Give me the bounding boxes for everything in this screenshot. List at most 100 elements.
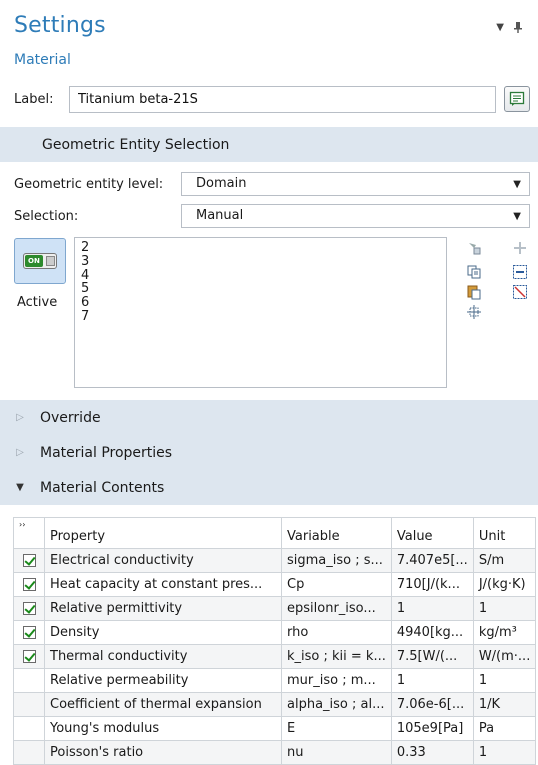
cell-value[interactable]: 4940[kg... — [390, 620, 474, 645]
toggle-switch-icon: ON — [23, 253, 57, 269]
cell-property[interactable]: Heat capacity at constant pres... — [44, 572, 282, 597]
section-title: Geometric Entity Selection — [42, 136, 230, 153]
material-contents-section-header[interactable]: ▼ Material Contents — [0, 470, 538, 505]
cell-value[interactable]: 0.33 — [390, 740, 474, 765]
table-row[interactable]: Coefficient of thermal expansion alpha_is… — [13, 692, 537, 717]
cell-variable[interactable]: E — [281, 716, 392, 741]
list-item[interactable]: 6 — [81, 296, 440, 310]
section-title: Material Contents — [40, 479, 165, 496]
list-item[interactable]: 5 — [81, 282, 440, 296]
chevron-down-icon[interactable]: ▼ — [496, 22, 504, 36]
table-row[interactable]: Young's modulus E 105e9[Pa] Pa — [13, 716, 537, 741]
label-input[interactable] — [69, 86, 496, 113]
selection-value: Manual — [196, 208, 244, 223]
dropdown-arrow-icon: ▼ — [513, 179, 521, 190]
paste-icon[interactable] — [466, 284, 482, 300]
geometric-entity-selection-header[interactable]: Geometric Entity Selection — [0, 127, 538, 162]
selection-caption: Selection: — [14, 209, 79, 224]
add-icon[interactable] — [512, 240, 528, 256]
clear-selection-icon[interactable] — [512, 284, 528, 300]
table-row[interactable]: Relative permeability mur_iso ; m... 1 1 — [13, 668, 537, 693]
entity-level-caption: Geometric entity level: — [14, 177, 164, 192]
zoom-to-selection-icon[interactable] — [466, 304, 482, 320]
cell-unit[interactable]: 1 — [472, 740, 537, 765]
override-section-header[interactable]: ▷ Override — [0, 400, 538, 435]
cell-property[interactable]: Density — [44, 620, 282, 645]
cell-property[interactable]: Relative permittivity — [44, 596, 282, 621]
row-checkbox-cell — [13, 644, 45, 669]
cell-variable[interactable]: mur_iso ; m... — [281, 668, 392, 693]
label-edit-button[interactable] — [504, 86, 530, 112]
cell-value[interactable]: 1 — [390, 596, 474, 621]
select-paint-icon[interactable] — [466, 240, 482, 256]
cell-unit[interactable]: kg/m³ — [472, 620, 537, 645]
table-row[interactable]: Relative permittivity epsilonr_iso... 1 1 — [13, 596, 537, 621]
list-item[interactable]: 7 — [81, 310, 440, 324]
note-icon — [509, 91, 525, 106]
chevron-right-icon: ▷ — [16, 447, 24, 458]
cell-unit[interactable]: Pa — [472, 716, 537, 741]
list-item[interactable]: 4 — [81, 268, 440, 283]
checkbox[interactable] — [22, 578, 36, 591]
cell-value[interactable]: 7.407e5[... — [390, 548, 474, 573]
row-checkbox-cell — [13, 620, 45, 645]
selection-select[interactable]: Manual ▼ — [181, 204, 530, 228]
chevron-down-icon: ▼ — [16, 482, 24, 493]
checkbox[interactable] — [22, 602, 36, 615]
cell-property[interactable]: Relative permeability — [44, 668, 282, 693]
copy-icon[interactable] — [466, 264, 482, 280]
cell-unit[interactable]: W/(m·... — [472, 644, 537, 669]
table-row[interactable]: Electrical conductivity sigma_iso ; s... 7… — [13, 548, 537, 573]
cell-variable[interactable]: k_iso ; kii = k... — [281, 644, 392, 669]
pin-icon[interactable] — [514, 22, 522, 36]
column-header-variable[interactable]: Variable — [281, 517, 392, 549]
cell-value[interactable]: 1 — [390, 668, 474, 693]
dropdown-arrow-icon: ▼ — [513, 211, 521, 222]
table-row[interactable]: Thermal conductivity k_iso ; kii = k... 7.… — [13, 644, 537, 669]
section-title: Material Properties — [40, 444, 173, 461]
cell-variable[interactable]: sigma_iso ; s... — [281, 548, 392, 573]
material-properties-section-header[interactable]: ▷ Material Properties — [0, 435, 538, 470]
remove-icon[interactable] — [512, 264, 528, 280]
cell-unit[interactable]: 1 — [472, 596, 537, 621]
settings-header: Settings Material ▼ Label: — [0, 0, 538, 127]
cell-unit[interactable]: 1/K — [472, 692, 537, 717]
table-row[interactable]: Heat capacity at constant pres... Cp 710[J… — [13, 572, 537, 597]
entity-level-select[interactable]: Domain ▼ — [181, 172, 530, 196]
cell-variable[interactable]: rho — [281, 620, 392, 645]
table-row[interactable]: Poisson's ratio nu 0.33 1 — [13, 740, 537, 765]
cell-property[interactable]: Young's modulus — [44, 716, 282, 741]
checkbox[interactable] — [22, 554, 36, 567]
page-subtitle: Material — [14, 52, 71, 68]
cell-variable[interactable]: nu — [281, 740, 392, 765]
row-checkbox-cell — [13, 572, 45, 597]
expand-columns-icon[interactable]: ›› — [13, 517, 45, 549]
row-checkbox-cell — [13, 716, 45, 741]
list-item[interactable]: 2 — [81, 241, 440, 255]
cell-property[interactable]: Coefficient of thermal expansion — [44, 692, 282, 717]
list-item[interactable]: 3 — [81, 254, 440, 269]
cell-property[interactable]: Electrical conductivity — [44, 548, 282, 573]
column-header-property[interactable]: Property — [44, 517, 282, 549]
active-toggle-button[interactable]: ON — [14, 238, 66, 284]
column-header-unit[interactable]: Unit — [472, 517, 537, 549]
cell-value[interactable]: 7.5[W/(... — [390, 644, 474, 669]
active-label: Active — [17, 295, 58, 310]
column-header-value[interactable]: Value — [390, 517, 474, 549]
cell-variable[interactable]: Cp — [281, 572, 392, 597]
cell-unit[interactable]: J/(kg·K) — [472, 572, 537, 597]
selection-list[interactable]: 2 3 4 5 6 7 — [74, 237, 447, 388]
cell-unit[interactable]: S/m — [472, 548, 537, 573]
table-row[interactable]: Density rho 4940[kg... kg/m³ — [13, 620, 537, 645]
cell-unit[interactable]: 1 — [472, 668, 537, 693]
checkbox[interactable] — [22, 650, 36, 663]
cell-value[interactable]: 105e9[Pa] — [390, 716, 474, 741]
label-caption: Label: — [14, 92, 54, 107]
checkbox[interactable] — [22, 626, 36, 639]
cell-variable[interactable]: alpha_iso ; al... — [281, 692, 392, 717]
cell-property[interactable]: Thermal conductivity — [44, 644, 282, 669]
cell-value[interactable]: 7.06e-6[... — [390, 692, 474, 717]
cell-property[interactable]: Poisson's ratio — [44, 740, 282, 765]
cell-variable[interactable]: epsilonr_iso... — [281, 596, 392, 621]
cell-value[interactable]: 710[J/(k... — [390, 572, 474, 597]
